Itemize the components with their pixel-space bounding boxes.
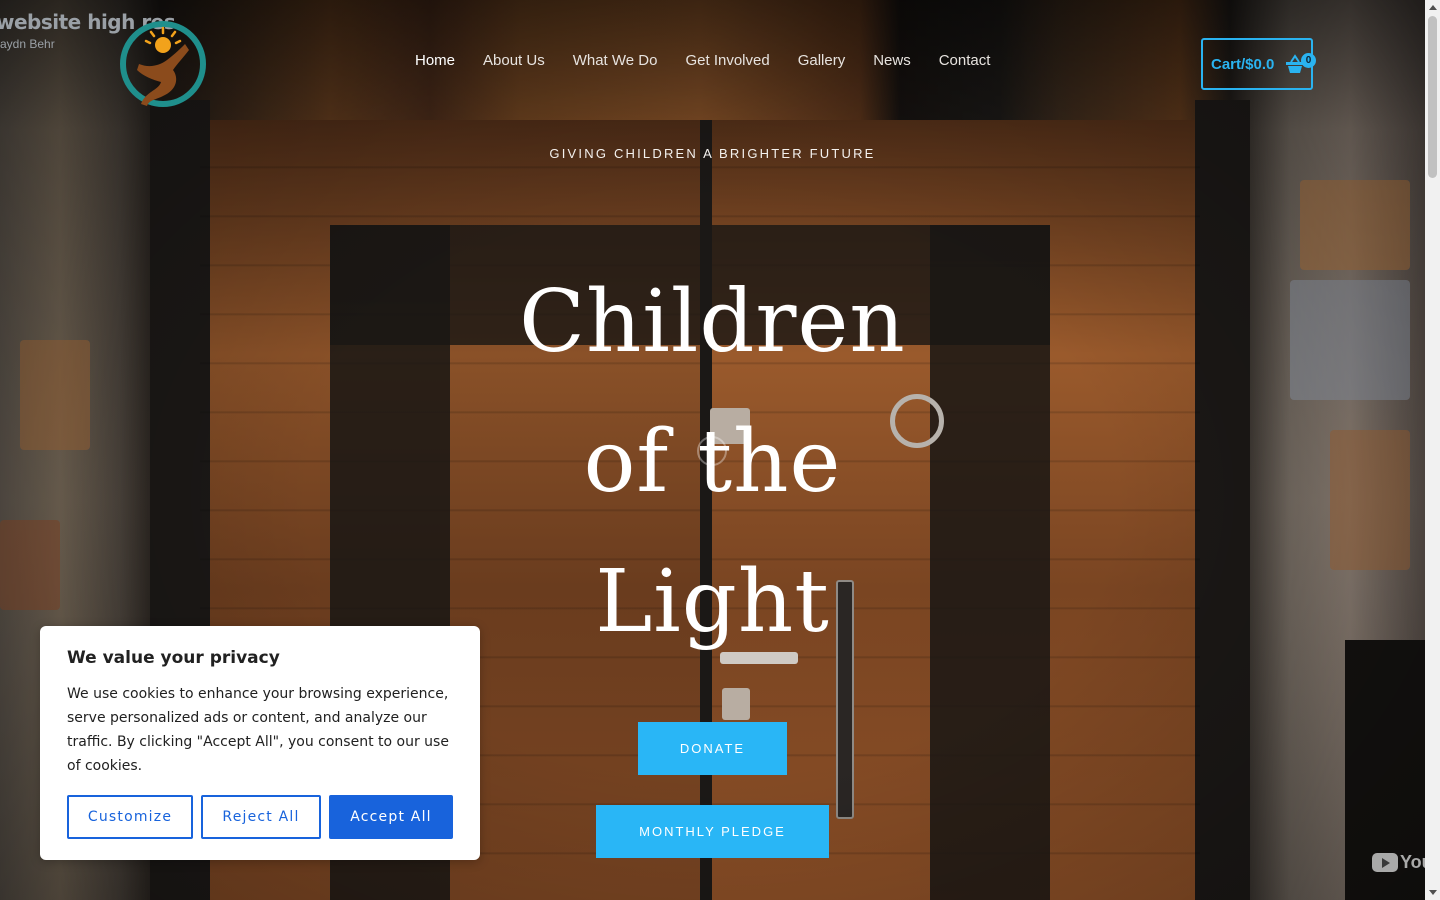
youtube-logo[interactable]: You — [1372, 852, 1433, 873]
cookie-accept-all-button[interactable]: Accept All — [329, 795, 453, 839]
hero-title-line-1: Children — [519, 272, 906, 372]
hero-tagline: GIVING CHILDREN A BRIGHTER FUTURE — [549, 146, 876, 161]
youtube-play-icon — [1372, 853, 1398, 872]
nav-item-contact[interactable]: Contact — [939, 52, 991, 69]
scroll-down-arrow-icon[interactable] — [1429, 890, 1437, 895]
cookie-description: We use cookies to enhance your browsing … — [67, 686, 449, 774]
nav-item-get-involved[interactable]: Get Involved — [685, 52, 769, 69]
cookie-title: We value your privacy — [67, 648, 280, 668]
cookie-consent-banner: We value your privacy We use cookies to … — [40, 626, 480, 860]
nav-item-about-us[interactable]: About Us — [483, 52, 545, 69]
scroll-up-arrow-icon[interactable] — [1429, 5, 1437, 10]
cart-count-badge: 0 — [1301, 53, 1316, 68]
nav-item-gallery[interactable]: Gallery — [798, 52, 846, 69]
children-of-the-light-logo-icon — [120, 21, 206, 107]
page: website high res aydn Behr Home About Us… — [0, 0, 1440, 900]
scroll-thumb[interactable] — [1428, 16, 1437, 178]
cookie-button-row: Customize Reject All Accept All — [67, 795, 453, 839]
cookie-customize-button[interactable]: Customize — [67, 795, 193, 839]
cart-label: Cart/$0.0 — [1211, 55, 1275, 73]
nav-item-news[interactable]: News — [873, 52, 911, 69]
video-loading-icon — [697, 436, 727, 466]
video-channel[interactable]: aydn Behr — [0, 37, 55, 51]
donate-button[interactable]: DONATE — [638, 722, 787, 775]
monthly-pledge-button[interactable]: MONTHLY PLEDGE — [596, 805, 829, 858]
nav-item-home[interactable]: Home — [415, 52, 455, 69]
cookie-reject-all-button[interactable]: Reject All — [201, 795, 321, 839]
main-nav: Home About Us What We Do Get Involved Ga… — [415, 52, 1018, 69]
cart-button[interactable]: Cart/$0.0 0 — [1201, 38, 1316, 90]
page-scrollbar[interactable] — [1425, 0, 1440, 900]
site-logo[interactable] — [119, 18, 207, 110]
nav-item-what-we-do[interactable]: What We Do — [573, 52, 658, 69]
